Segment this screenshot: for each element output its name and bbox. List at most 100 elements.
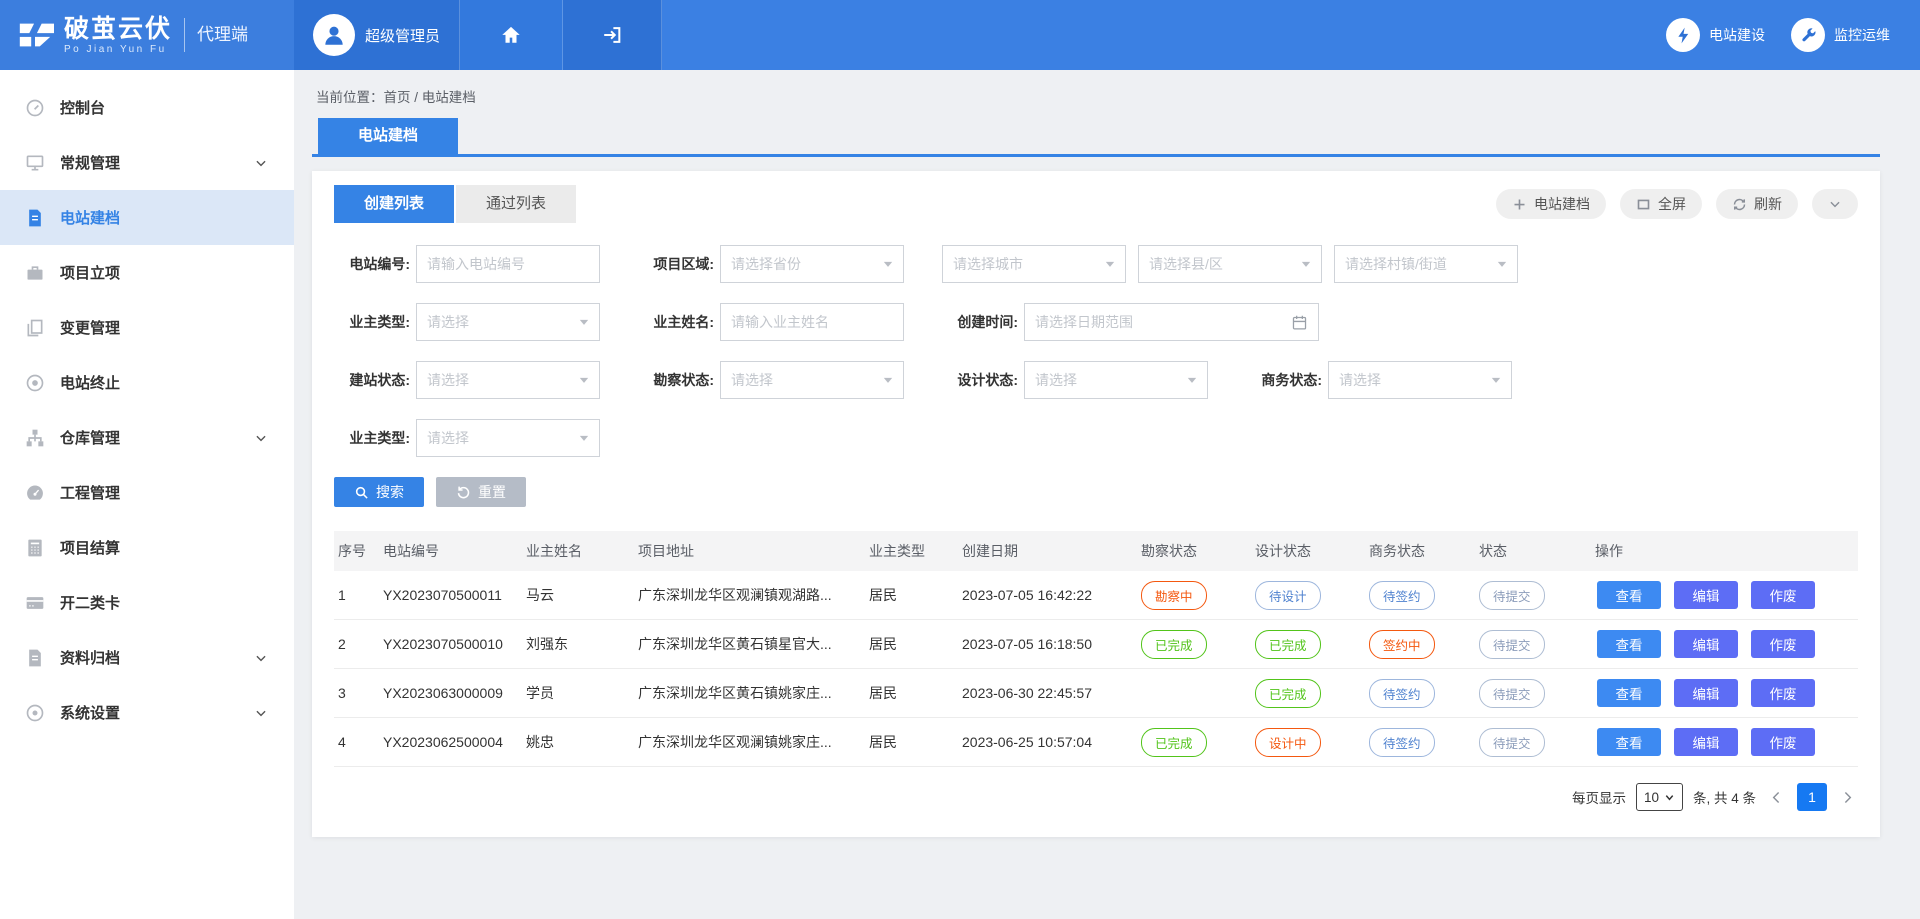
chevron-down-icon: [1664, 792, 1675, 803]
filter-select[interactable]: 请选择省份: [720, 245, 904, 283]
void-button[interactable]: 作废: [1751, 679, 1815, 707]
project-address: 广东深圳龙华区黄石镇星官大...: [634, 634, 865, 654]
select-placeholder: 请选择: [1035, 370, 1077, 390]
column-header: 操作: [1591, 541, 1858, 561]
breadcrumb-path: 首页 / 电站建档: [384, 90, 476, 105]
view-button[interactable]: 查看: [1597, 630, 1661, 658]
chevron-down-icon: [254, 156, 268, 170]
status-badge: 待签约: [1369, 728, 1435, 757]
logo-icon: [16, 16, 54, 54]
header-nav-item[interactable]: 监控运维: [1791, 18, 1890, 52]
edit-button[interactable]: 编辑: [1674, 679, 1738, 707]
search-button[interactable]: 搜索: [334, 477, 424, 507]
status-badge: 已完成: [1141, 728, 1207, 757]
select-placeholder: 请选择: [1339, 370, 1381, 390]
user-menu[interactable]: 超级管理员: [294, 0, 460, 70]
collapse-button[interactable]: [1812, 189, 1858, 219]
toolbar-buttons: 电站建档全屏 刷新: [1496, 189, 1858, 219]
sidebar-item[interactable]: 项目结算: [0, 520, 294, 575]
monitor-icon: [25, 153, 45, 173]
sidebar-item-label: 系统设置: [60, 702, 120, 723]
filter-select[interactable]: 请选择村镇/街道: [1334, 245, 1518, 283]
next-page-button[interactable]: [1837, 789, 1858, 806]
design-status: 已完成: [1251, 630, 1365, 659]
view-button[interactable]: 查看: [1597, 679, 1661, 707]
sidebar-item[interactable]: 工程管理: [0, 465, 294, 520]
row-actions: 查看编辑作废: [1591, 630, 1858, 658]
filter-form: 电站编号:项目区域:请选择省份请选择城市请选择县/区请选择村镇/街道业主类型:请…: [334, 245, 1858, 457]
filter-select[interactable]: 请选择: [416, 419, 600, 457]
card-toolbar: 创建列表通过列表 电站建档全屏 刷新: [334, 185, 1858, 223]
filter-label: 创建时间:: [942, 312, 1018, 332]
per-page-select[interactable]: 10: [1636, 783, 1683, 811]
filter-select[interactable]: 请选择县/区: [1138, 245, 1322, 283]
sidebar-item[interactable]: 资料归档: [0, 630, 294, 685]
prev-page-button[interactable]: [1766, 789, 1787, 806]
sidebar-item[interactable]: 控制台: [0, 80, 294, 135]
copy-icon: [25, 318, 45, 338]
filter-row: 业主类型:请选择: [334, 419, 1858, 457]
void-button[interactable]: 作废: [1751, 630, 1815, 658]
page-number[interactable]: 1: [1797, 783, 1827, 811]
business-status: 待签约: [1365, 581, 1475, 610]
filter-group: 建站状态:请选择: [334, 361, 600, 399]
toolbar-button[interactable]: 全屏: [1620, 189, 1702, 219]
edit-button[interactable]: 编辑: [1674, 728, 1738, 756]
sidebar-item[interactable]: 常规管理: [0, 135, 294, 190]
void-button[interactable]: 作废: [1751, 728, 1815, 756]
toolbar-button[interactable]: 刷新: [1716, 189, 1798, 219]
page-tab[interactable]: 电站建档: [318, 118, 458, 154]
toolbar-button-label: 刷新: [1754, 194, 1782, 214]
filter-select[interactable]: 请选择: [416, 303, 600, 341]
settings-icon: [25, 703, 45, 723]
station-code: YX2023070500011: [379, 587, 522, 603]
list-tab[interactable]: 创建列表: [334, 185, 454, 223]
filter-input[interactable]: [720, 303, 904, 341]
filter-row: 电站编号:项目区域:请选择省份请选择城市请选择县/区请选择村镇/街道: [334, 245, 1858, 283]
toolbar-button[interactable]: 电站建档: [1496, 189, 1606, 219]
design-status: 设计中: [1251, 728, 1365, 757]
void-button[interactable]: 作废: [1751, 581, 1815, 609]
business-status: 待签约: [1365, 679, 1475, 708]
created-date: 2023-07-05 16:18:50: [958, 636, 1137, 652]
edit-button[interactable]: 编辑: [1674, 630, 1738, 658]
chevron-down-icon: [254, 706, 268, 720]
edit-button[interactable]: 编辑: [1674, 581, 1738, 609]
view-button[interactable]: 查看: [1597, 581, 1661, 609]
sidebar-item-label: 开二类卡: [60, 592, 120, 613]
filter-label: 商务状态:: [1246, 370, 1322, 390]
column-header: 状态: [1475, 541, 1591, 561]
column-header: 商务状态: [1365, 541, 1475, 561]
search-icon: [354, 485, 369, 500]
sidebar-item[interactable]: 仓库管理: [0, 410, 294, 465]
logout-button[interactable]: [563, 0, 662, 70]
sidebar-item[interactable]: 开二类卡: [0, 575, 294, 630]
per-page-label: 每页显示: [1572, 787, 1626, 807]
filter-group: 项目区域:请选择省份: [638, 245, 904, 283]
status-badge: 待提交: [1479, 630, 1545, 659]
portal-tag: 代理端: [184, 18, 248, 52]
view-button[interactable]: 查看: [1597, 728, 1661, 756]
home-button[interactable]: [460, 0, 563, 70]
sidebar-item[interactable]: 项目立项: [0, 245, 294, 300]
select-arrow-icon: [1187, 375, 1197, 385]
filter-select[interactable]: 请选择城市: [942, 245, 1126, 283]
list-tab[interactable]: 通过列表: [456, 185, 576, 223]
filter-select[interactable]: 请选择: [1024, 361, 1208, 399]
owner-name: 学员: [522, 683, 634, 703]
header-nav-item[interactable]: 电站建设: [1666, 18, 1765, 52]
sidebar-item[interactable]: 电站建档: [0, 190, 294, 245]
design-status: 已完成: [1251, 679, 1365, 708]
filter-select[interactable]: 请选择: [1328, 361, 1512, 399]
sidebar-item[interactable]: 系统设置: [0, 685, 294, 740]
home-icon: [500, 24, 522, 46]
reset-button[interactable]: 重置: [436, 477, 526, 507]
header-spacer: [662, 0, 1666, 70]
sidebar-item[interactable]: 电站终止: [0, 355, 294, 410]
sidebar-item[interactable]: 变更管理: [0, 300, 294, 355]
filter-label: 勘察状态:: [638, 370, 714, 390]
filter-select[interactable]: 请选择: [416, 361, 600, 399]
date-range-input[interactable]: 请选择日期范围: [1024, 303, 1319, 341]
filter-input[interactable]: [416, 245, 600, 283]
filter-select[interactable]: 请选择: [720, 361, 904, 399]
